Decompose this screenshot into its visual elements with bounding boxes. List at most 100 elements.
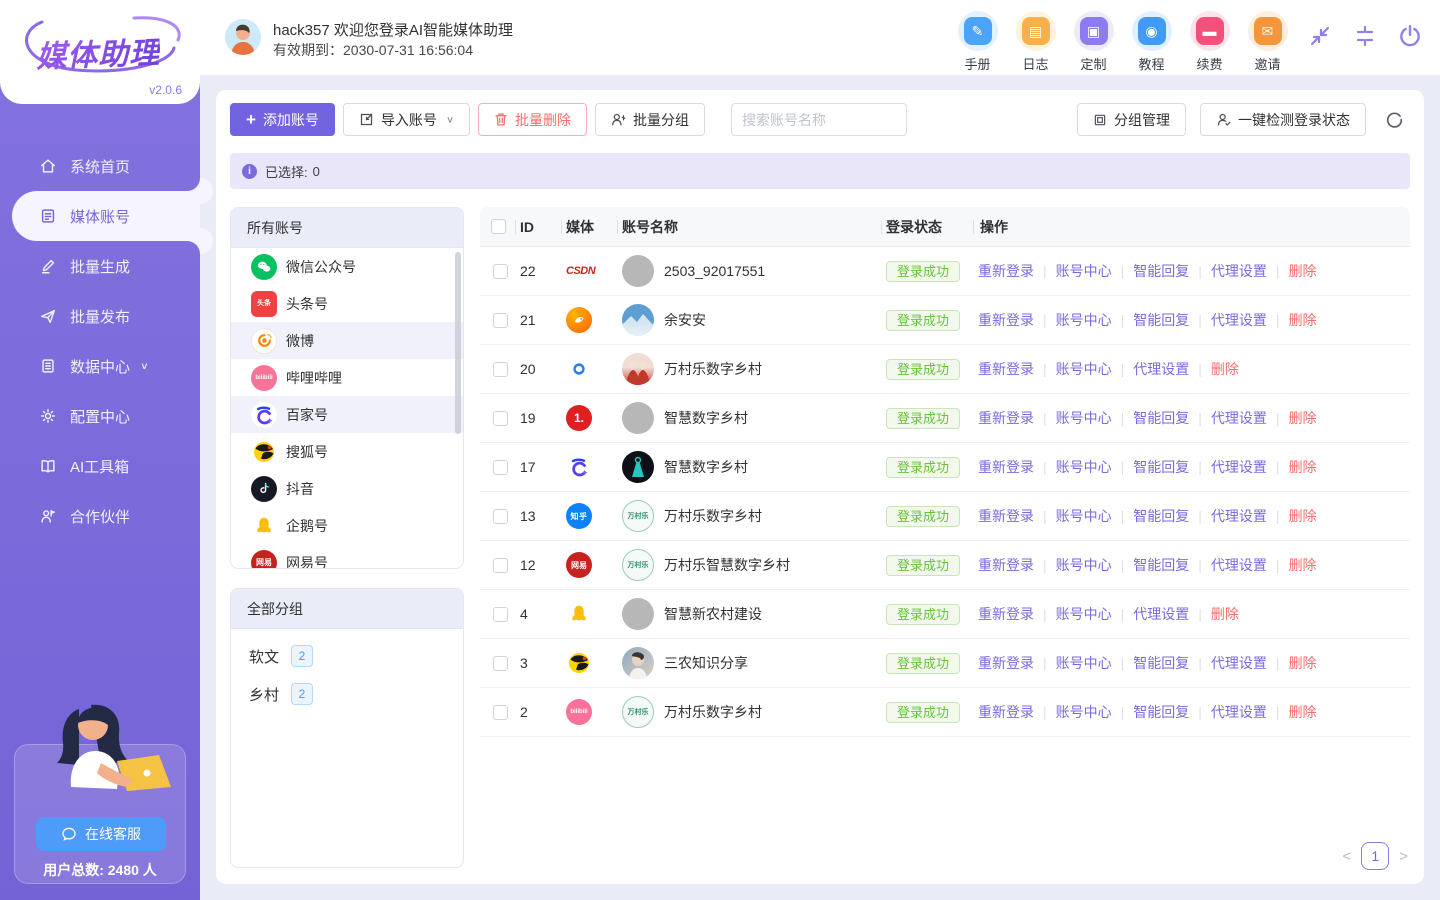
action-relogin[interactable]: 重新登录 [978,457,1034,477]
row-checkbox[interactable] [493,558,508,573]
action-proxy-settings[interactable]: 代理设置 [1211,506,1267,526]
select-all-checkbox[interactable] [491,219,506,234]
group-manage-button[interactable]: 分组管理 [1077,103,1186,136]
action-account-center[interactable]: 账号中心 [1056,457,1112,477]
current-page-button[interactable]: 1 [1361,842,1389,870]
row-checkbox[interactable] [493,656,508,671]
action-account-center[interactable]: 账号中心 [1056,555,1112,575]
shrink-window-icon[interactable] [1306,22,1334,50]
row-checkbox[interactable] [493,509,508,524]
quick-action-renew[interactable]: ▬续费 [1187,11,1232,73]
prev-page-arrow[interactable]: < [1342,848,1351,865]
action-smart-reply[interactable]: 智能回复 [1133,310,1189,330]
quick-action-tutorial[interactable]: ◉教程 [1129,11,1174,73]
action-smart-reply[interactable]: 智能回复 [1133,506,1189,526]
action-account-center[interactable]: 账号中心 [1056,310,1112,330]
action-smart-reply[interactable]: 智能回复 [1133,555,1189,575]
sidebar-item-batch-generate[interactable]: 批量生成 [0,241,200,291]
action-proxy-settings[interactable]: 代理设置 [1211,261,1267,281]
action-delete[interactable]: 删除 [1289,261,1317,281]
quick-action-manual[interactable]: ✎手册 [955,11,1000,73]
next-page-arrow[interactable]: > [1399,848,1408,865]
import-account-button[interactable]: 导入账号 ∨ [343,103,470,136]
action-account-center[interactable]: 账号中心 [1056,702,1112,722]
action-relogin[interactable]: 重新登录 [978,604,1034,624]
action-delete[interactable]: 删除 [1289,408,1317,428]
group-item-0[interactable]: 软文2 [231,637,463,675]
scrollbar-thumb[interactable] [455,252,461,434]
action-delete[interactable]: 删除 [1289,555,1317,575]
row-checkbox[interactable] [493,607,508,622]
sidebar-item-media-accounts[interactable]: 媒体账号 [12,191,200,241]
add-account-button[interactable]: + 添加账号 [230,103,335,136]
account-type-bilibili[interactable]: bilibili哔哩哔哩 [231,359,463,396]
quick-action-logs[interactable]: ▤日志 [1013,11,1058,73]
action-smart-reply[interactable]: 智能回复 [1133,261,1189,281]
row-checkbox[interactable] [493,313,508,328]
row-checkbox[interactable] [493,264,508,279]
account-type-wechat-mp[interactable]: 微信公众号 [231,248,463,285]
check-login-status-button[interactable]: 一键检测登录状态 [1200,103,1366,136]
action-delete[interactable]: 删除 [1211,604,1239,624]
row-checkbox[interactable] [493,705,508,720]
action-account-center[interactable]: 账号中心 [1056,359,1112,379]
account-type-wangyi[interactable]: 网易网易号 [231,544,463,568]
action-delete[interactable]: 删除 [1211,359,1239,379]
action-smart-reply[interactable]: 智能回复 [1133,702,1189,722]
action-relogin[interactable]: 重新登录 [978,653,1034,673]
action-relogin[interactable]: 重新登录 [978,261,1034,281]
action-delete[interactable]: 删除 [1289,702,1317,722]
sidebar-item-config-center[interactable]: 配置中心 [0,391,200,441]
account-type-weibo[interactable]: 微博 [231,322,463,359]
action-delete[interactable]: 删除 [1289,653,1317,673]
action-account-center[interactable]: 账号中心 [1056,261,1112,281]
power-icon[interactable] [1396,22,1424,50]
action-proxy-settings[interactable]: 代理设置 [1211,310,1267,330]
action-proxy-settings[interactable]: 代理设置 [1211,653,1267,673]
action-smart-reply[interactable]: 智能回复 [1133,408,1189,428]
action-proxy-settings[interactable]: 代理设置 [1211,555,1267,575]
action-smart-reply[interactable]: 智能回复 [1133,653,1189,673]
row-checkbox[interactable] [493,411,508,426]
sidebar-item-data-center[interactable]: 数据中心∨ [0,341,200,391]
row-checkbox[interactable] [493,460,508,475]
action-relogin[interactable]: 重新登录 [978,506,1034,526]
online-service-button[interactable]: 在线客服 [36,817,166,851]
action-delete[interactable]: 删除 [1289,457,1317,477]
action-proxy-settings[interactable]: 代理设置 [1211,702,1267,722]
action-proxy-settings[interactable]: 代理设置 [1211,408,1267,428]
action-delete[interactable]: 删除 [1289,310,1317,330]
action-relogin[interactable]: 重新登录 [978,310,1034,330]
account-type-douyin[interactable]: 抖音 [231,470,463,507]
account-type-sohu[interactable]: 搜狐号 [231,433,463,470]
action-proxy-settings[interactable]: 代理设置 [1133,359,1189,379]
account-type-toutiao[interactable]: 头条头条号 [231,285,463,322]
action-relogin[interactable]: 重新登录 [978,359,1034,379]
sidebar-item-partners[interactable]: 合作伙伴 [0,491,200,541]
sidebar-item-ai-toolbox[interactable]: AI工具箱 [0,441,200,491]
refresh-icon[interactable] [1380,106,1408,134]
action-account-center[interactable]: 账号中心 [1056,604,1112,624]
sidebar-item-home[interactable]: 系统首页 [0,141,200,191]
search-input[interactable] [732,112,907,128]
action-proxy-settings[interactable]: 代理设置 [1211,457,1267,477]
quick-action-custom[interactable]: ▣定制 [1071,11,1116,73]
action-relogin[interactable]: 重新登录 [978,555,1034,575]
row-checkbox[interactable] [493,362,508,377]
action-relogin[interactable]: 重新登录 [978,408,1034,428]
action-account-center[interactable]: 账号中心 [1056,408,1112,428]
sidebar-item-batch-publish[interactable]: 批量发布 [0,291,200,341]
batch-group-button[interactable]: 批量分组 [595,103,705,136]
action-relogin[interactable]: 重新登录 [978,702,1034,722]
action-account-center[interactable]: 账号中心 [1056,653,1112,673]
batch-delete-button[interactable]: 批量删除 [478,103,587,136]
action-account-center[interactable]: 账号中心 [1056,506,1112,526]
action-delete[interactable]: 删除 [1289,506,1317,526]
collapse-window-icon[interactable] [1351,22,1379,50]
action-smart-reply[interactable]: 智能回复 [1133,457,1189,477]
action-proxy-settings[interactable]: 代理设置 [1133,604,1189,624]
account-type-qie[interactable]: 企鹅号 [231,507,463,544]
group-item-1[interactable]: 乡村2 [231,675,463,713]
account-type-baijiahao[interactable]: 百家号 [231,396,463,433]
quick-action-invite[interactable]: ✉邀请 [1245,11,1290,73]
